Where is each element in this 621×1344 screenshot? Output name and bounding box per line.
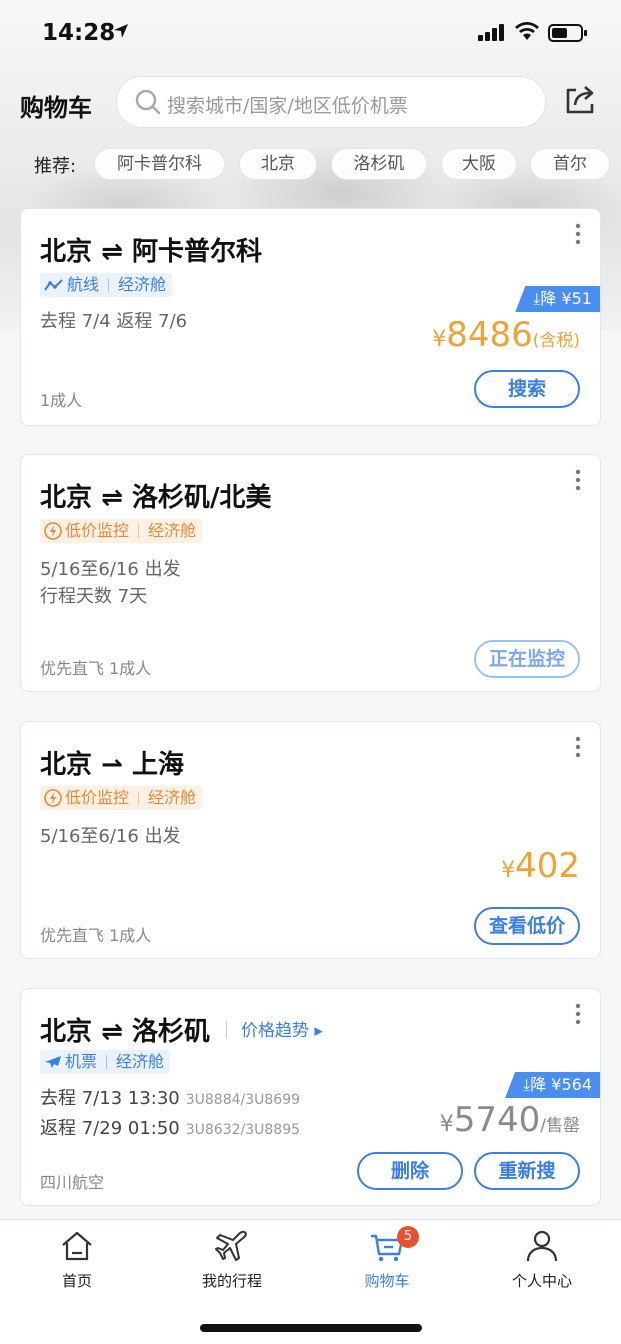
- price-drop-badge: ⤓降 ¥51: [515, 286, 600, 312]
- monitoring-button[interactable]: 正在监控: [474, 640, 580, 678]
- ticket-tag: 机票 经济舱: [40, 1050, 171, 1074]
- passenger-info: 优先直飞 1成人: [40, 659, 152, 678]
- airline-name: 四川航空: [40, 1173, 105, 1192]
- cellular-signal-icon: [478, 24, 504, 41]
- more-icon[interactable]: [574, 736, 582, 758]
- status-bar: 14:28: [0, 0, 621, 66]
- tab-profile[interactable]: 个人中心: [482, 1228, 602, 1291]
- cart-card[interactable]: 北京 ⇌ 阿卡普尔科 航线 经济舱 去程 7/4 返程 7/6 ⤓降 ¥51 ¥8…: [20, 208, 601, 426]
- tab-cart[interactable]: 5 购物车: [327, 1226, 447, 1291]
- view-low-price-button[interactable]: 查看低价: [474, 907, 580, 945]
- price: ¥8486(含税): [432, 315, 580, 355]
- price: ¥402: [501, 846, 580, 886]
- tab-home[interactable]: 首页: [17, 1228, 137, 1291]
- battery-icon: [548, 24, 587, 42]
- search-input[interactable]: 搜索城市/国家/地区低价机票: [116, 76, 546, 128]
- trip-dates: 5/16至6/16 出发: [40, 559, 181, 580]
- trip-duration: 行程天数 7天: [40, 586, 148, 607]
- wifi-icon: [515, 22, 539, 40]
- status-time: 14:28: [42, 20, 116, 46]
- search-placeholder: 搜索城市/国家/地区低价机票: [167, 95, 408, 117]
- recommend-chip[interactable]: 大阪: [441, 148, 517, 180]
- recommend-label: 推荐:: [34, 156, 77, 177]
- price-drop-badge: ⤓降 ¥564: [505, 1072, 600, 1098]
- cart-card[interactable]: 北京 ⇌ 洛杉矶 价格趋势 ▸ 机票 经济舱 去程 7/13 13:30 3U888…: [20, 988, 601, 1206]
- monitor-tag: 低价监控 经济舱: [40, 519, 203, 543]
- trip-dates: 去程 7/4 返程 7/6: [40, 311, 188, 332]
- price-trend-link[interactable]: 价格趋势 ▸: [226, 1016, 323, 1041]
- person-icon: [526, 1230, 558, 1262]
- recommend-chip[interactable]: 首尔: [530, 148, 610, 180]
- more-icon[interactable]: [574, 223, 582, 245]
- page-title: 购物车: [20, 94, 92, 122]
- share-icon[interactable]: [564, 84, 598, 116]
- research-button[interactable]: 重新搜: [474, 1152, 580, 1190]
- recommend-chip[interactable]: 北京: [239, 148, 317, 180]
- plane-icon: [215, 1230, 247, 1261]
- lightning-icon: [44, 789, 62, 807]
- route-line-icon: [44, 279, 63, 291]
- trip-dates: 5/16至6/16 出发: [40, 826, 181, 847]
- tab-my-trips[interactable]: 我的行程: [172, 1228, 292, 1291]
- more-icon[interactable]: [574, 469, 582, 491]
- recommend-bar: 推荐: 阿卡普尔科 北京 洛杉矶 大阪 首尔: [0, 146, 621, 182]
- passenger-info: 1成人: [40, 391, 83, 410]
- cart-count-badge: 5: [397, 1226, 419, 1248]
- passenger-info: 优先直飞 1成人: [40, 926, 152, 945]
- search-icon: [135, 89, 161, 115]
- plane-icon: [45, 1056, 61, 1068]
- monitor-tag: 低价监控 经济舱: [40, 786, 203, 810]
- return-flight: 返程 7/29 01:50 3U8632/3U8895: [40, 1118, 301, 1139]
- more-icon[interactable]: [574, 1003, 582, 1025]
- route-title: 北京 ⇌ 洛杉矶: [40, 1017, 210, 1047]
- page-header: 购物车 搜索城市/国家/地区低价机票: [0, 74, 621, 130]
- recommend-chip[interactable]: 阿卡普尔科: [94, 148, 225, 180]
- lightning-icon: [44, 522, 62, 540]
- search-button[interactable]: 搜索: [474, 370, 580, 408]
- cart-card[interactable]: 北京 ⇌ 洛杉矶/北美 低价监控 经济舱 5/16至6/16 出发 行程天数 7天…: [20, 454, 601, 692]
- delete-button[interactable]: 删除: [357, 1152, 463, 1190]
- route-tag: 航线 经济舱: [40, 273, 173, 297]
- home-indicator: [200, 1324, 422, 1332]
- route-title: 北京 ⇌ 洛杉矶/北美: [40, 483, 272, 513]
- location-arrow-icon: [114, 24, 128, 38]
- outbound-flight: 去程 7/13 13:30 3U8884/3U8699: [40, 1088, 301, 1109]
- route-title: 北京 ⇌ 阿卡普尔科: [40, 237, 262, 267]
- home-icon: [62, 1231, 92, 1261]
- cart-card[interactable]: 北京 ⇀ 上海 低价监控 经济舱 5/16至6/16 出发 ¥402 优先直飞 1…: [20, 721, 601, 959]
- price: ¥5740/售罄: [439, 1100, 580, 1140]
- route-title: 北京 ⇀ 上海: [40, 750, 184, 780]
- recommend-chip[interactable]: 洛杉矶: [331, 148, 427, 180]
